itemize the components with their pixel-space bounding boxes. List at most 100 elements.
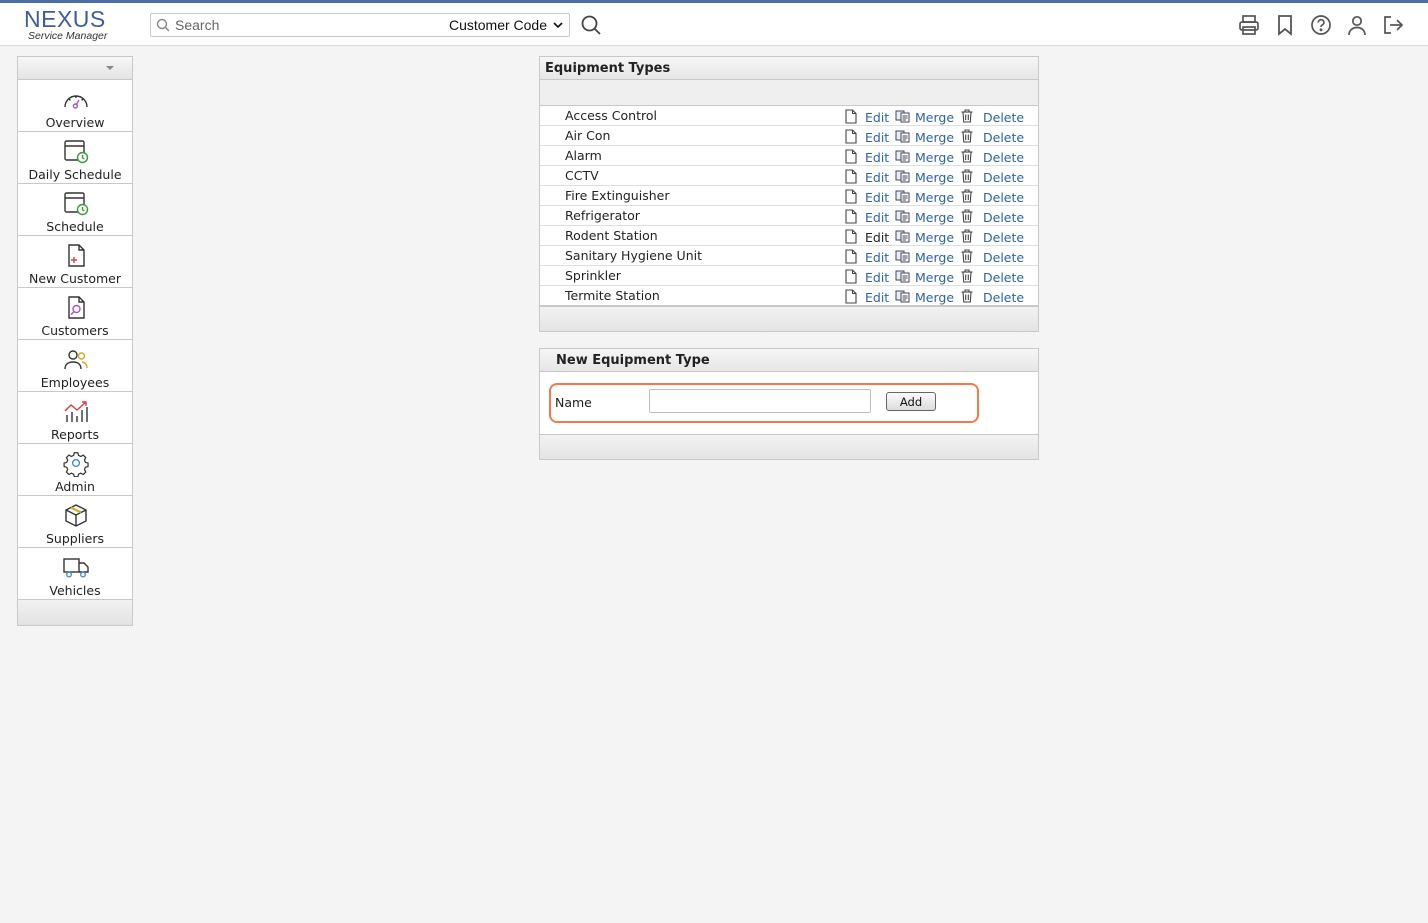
merge-link[interactable]: Merge bbox=[915, 130, 954, 145]
merge-action[interactable]: Merge bbox=[895, 107, 954, 125]
dashboard-icon bbox=[64, 95, 88, 109]
delete-link[interactable]: Delete bbox=[983, 290, 1024, 305]
merge-link[interactable]: Merge bbox=[915, 190, 954, 205]
edit-action[interactable]: Edit bbox=[845, 127, 889, 145]
delete-link[interactable]: Delete bbox=[983, 210, 1024, 225]
document-icon bbox=[845, 108, 857, 124]
edit-link[interactable]: Edit bbox=[865, 230, 889, 245]
name-label: Name bbox=[555, 395, 592, 410]
delete-action[interactable]: Delete bbox=[961, 107, 1024, 125]
table-row: Air Con Edit Merge Delete bbox=[540, 126, 1038, 146]
delete-link[interactable]: Delete bbox=[983, 250, 1024, 265]
edit-link[interactable]: Edit bbox=[865, 250, 889, 265]
app-logo[interactable]: NEXUS Service Manager bbox=[24, 7, 124, 45]
new-equipment-type-panel: New Equipment Type Name Add bbox=[539, 348, 1039, 460]
merge-action[interactable]: Merge bbox=[895, 147, 954, 165]
merge-link[interactable]: Merge bbox=[915, 250, 954, 265]
sidebar-item-customers[interactable]: Customers bbox=[18, 288, 132, 340]
delete-link[interactable]: Delete bbox=[983, 230, 1024, 245]
delete-action[interactable]: Delete bbox=[961, 147, 1024, 165]
edit-link[interactable]: Edit bbox=[865, 270, 889, 285]
delete-link[interactable]: Delete bbox=[983, 130, 1024, 145]
search-scope-select[interactable]: Customer Code bbox=[449, 17, 563, 33]
merge-link[interactable]: Merge bbox=[915, 170, 954, 185]
table-row: Sprinkler Edit Merge Delete bbox=[540, 266, 1038, 286]
search-input[interactable] bbox=[173, 15, 443, 35]
table-row: Fire Extinguisher Edit Merge Delete bbox=[540, 186, 1038, 206]
edit-action[interactable]: Edit bbox=[845, 187, 889, 205]
delete-action[interactable]: Delete bbox=[961, 227, 1024, 245]
sidebar-item-reports[interactable]: Reports bbox=[18, 392, 132, 444]
merge-action[interactable]: Merge bbox=[895, 227, 954, 245]
merge-action[interactable]: Merge bbox=[895, 167, 954, 185]
name-input[interactable] bbox=[649, 389, 871, 413]
people-icon bbox=[64, 350, 88, 370]
merge-action[interactable]: Merge bbox=[895, 287, 954, 305]
edit-action[interactable]: Edit bbox=[845, 287, 889, 305]
delete-action[interactable]: Delete bbox=[961, 187, 1024, 205]
calendar-clock-icon bbox=[64, 192, 89, 216]
merge-icon bbox=[895, 210, 910, 222]
edit-link[interactable]: Edit bbox=[865, 170, 889, 185]
sidebar-item-new-customer[interactable]: New Customer bbox=[18, 236, 132, 288]
logout-icon[interactable] bbox=[1382, 13, 1404, 37]
table-row: Termite Station Edit Merge Delete bbox=[540, 286, 1038, 306]
merge-action[interactable]: Merge bbox=[895, 267, 954, 285]
delete-action[interactable]: Delete bbox=[961, 267, 1024, 285]
edit-action[interactable]: Edit bbox=[845, 267, 889, 285]
sidebar-item-vehicles[interactable]: Vehicles bbox=[18, 548, 132, 600]
delete-link[interactable]: Delete bbox=[983, 270, 1024, 285]
delete-link[interactable]: Delete bbox=[983, 110, 1024, 125]
delete-action[interactable]: Delete bbox=[961, 127, 1024, 145]
delete-link[interactable]: Delete bbox=[983, 170, 1024, 185]
sidebar-item-admin[interactable]: Admin bbox=[18, 444, 132, 496]
sidebar-item-schedule[interactable]: Schedule bbox=[18, 184, 132, 236]
edit-link[interactable]: Edit bbox=[865, 110, 889, 125]
merge-link[interactable]: Merge bbox=[915, 210, 954, 225]
merge-action[interactable]: Merge bbox=[895, 127, 954, 145]
collapse-caret-icon bbox=[106, 66, 114, 70]
edit-action[interactable]: Edit bbox=[845, 247, 889, 265]
merge-action[interactable]: Merge bbox=[895, 187, 954, 205]
edit-link[interactable]: Edit bbox=[865, 290, 889, 305]
printer-icon[interactable] bbox=[1238, 13, 1260, 37]
merge-link[interactable]: Merge bbox=[915, 230, 954, 245]
edit-link[interactable]: Edit bbox=[865, 210, 889, 225]
edit-link[interactable]: Edit bbox=[865, 150, 889, 165]
user-icon[interactable] bbox=[1346, 13, 1368, 37]
help-icon[interactable] bbox=[1310, 13, 1332, 37]
edit-action[interactable]: Edit bbox=[845, 107, 889, 125]
edit-action[interactable]: Edit bbox=[845, 147, 889, 165]
trash-icon bbox=[961, 249, 973, 263]
delete-action[interactable]: Delete bbox=[961, 287, 1024, 305]
merge-link[interactable]: Merge bbox=[915, 270, 954, 285]
trash-icon bbox=[961, 209, 973, 223]
delete-action[interactable]: Delete bbox=[961, 247, 1024, 265]
merge-action[interactable]: Merge bbox=[895, 247, 954, 265]
add-button[interactable]: Add bbox=[886, 392, 936, 411]
delete-action[interactable]: Delete bbox=[961, 207, 1024, 225]
trash-icon bbox=[961, 109, 973, 123]
merge-link[interactable]: Merge bbox=[915, 150, 954, 165]
merge-action[interactable]: Merge bbox=[895, 207, 954, 225]
sidebar-header[interactable] bbox=[18, 57, 132, 80]
edit-action[interactable]: Edit bbox=[845, 167, 889, 185]
merge-link[interactable]: Merge bbox=[915, 110, 954, 125]
sidebar-item-daily-schedule[interactable]: Daily Schedule bbox=[18, 132, 132, 184]
bookmark-icon[interactable] bbox=[1274, 13, 1296, 37]
header-actions bbox=[1238, 13, 1404, 37]
edit-action[interactable]: Edit bbox=[845, 227, 889, 245]
search-go-icon[interactable] bbox=[580, 14, 602, 39]
merge-link[interactable]: Merge bbox=[915, 290, 954, 305]
edit-link[interactable]: Edit bbox=[865, 130, 889, 145]
panel-footer bbox=[540, 306, 1038, 331]
sidebar-item-suppliers[interactable]: Suppliers bbox=[18, 496, 132, 548]
delete-link[interactable]: Delete bbox=[983, 150, 1024, 165]
delete-link[interactable]: Delete bbox=[983, 190, 1024, 205]
sidebar-item-overview[interactable]: Overview bbox=[18, 80, 132, 132]
edit-link[interactable]: Edit bbox=[865, 190, 889, 205]
sidebar-item-employees[interactable]: Employees bbox=[18, 340, 132, 392]
edit-action[interactable]: Edit bbox=[845, 207, 889, 225]
equipment-name: Alarm bbox=[565, 148, 602, 163]
delete-action[interactable]: Delete bbox=[961, 167, 1024, 185]
